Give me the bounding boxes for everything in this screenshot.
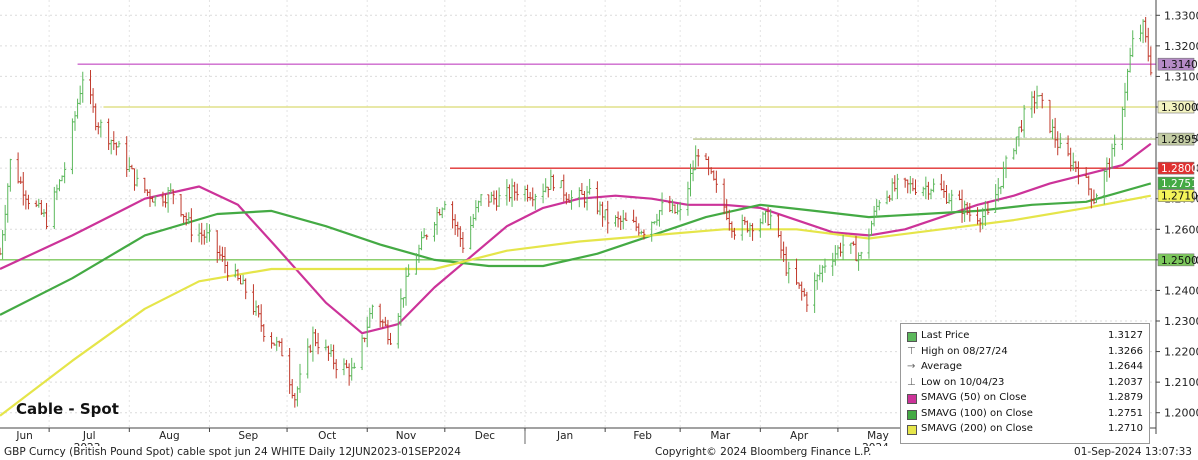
x-month-label: May	[867, 430, 889, 442]
x-month-label: Feb	[633, 430, 652, 442]
legend-value: 1.2751	[1108, 407, 1143, 419]
legend-label: SMAVG (50) on Close	[921, 392, 1027, 403]
y-tick-label: 1.3200	[1164, 40, 1198, 53]
legend-row: SMAVG (50) on Close 1.2879	[905, 392, 1143, 404]
legend-row: ⊥ Low on 10/04/23 1.2037	[905, 377, 1143, 389]
legend-row: ⊤ High on 08/27/24 1.3266	[905, 346, 1143, 358]
x-month-label: Aug	[159, 430, 180, 442]
high-icon: ⊤	[907, 345, 916, 357]
axis-tag-label: 1.2895	[1161, 134, 1198, 146]
y-tick-label: 1.2600	[1164, 223, 1198, 236]
legend-label: Last Price	[921, 330, 970, 341]
legend-label: Average	[921, 361, 963, 372]
legend-row: → Average 1.2644	[905, 361, 1143, 373]
axis-tag-label: 1.2710	[1161, 191, 1198, 203]
axis-tag-label: 1.3000	[1161, 102, 1198, 114]
legend-row: SMAVG (200) on Close 1.2710	[905, 423, 1143, 435]
legend-swatch	[907, 425, 917, 435]
x-month-label: Mar	[710, 430, 730, 442]
legend-label: High on 08/27/24	[921, 345, 1008, 357]
axis-tag-label: 1.2500	[1161, 255, 1198, 267]
footer-left: GBP Curncy (British Pound Spot) cable sp…	[4, 446, 461, 458]
legend-value: 1.2710	[1108, 423, 1143, 434]
x-month-label: Jun	[15, 430, 32, 442]
legend-row: Last Price 1.3127	[905, 330, 1143, 342]
legend-label: Low on 10/04/23	[921, 376, 1005, 388]
x-month-label: Jul	[82, 430, 96, 442]
legend-swatch	[907, 332, 917, 342]
x-month-label: Oct	[318, 430, 336, 442]
legend: Last Price 1.3127 ⊤ High on 08/27/24 1.3266 →…	[900, 323, 1150, 444]
y-tick-label: 1.3100	[1164, 70, 1198, 83]
y-tick-label: 1.2400	[1164, 284, 1198, 297]
legend-label: SMAVG (200) on Close	[921, 423, 1033, 434]
x-month-label: Dec	[475, 430, 496, 442]
footer-timestamp: 01-Sep-2024 13:07:33	[1074, 446, 1192, 458]
low-icon: ⊥	[907, 376, 916, 388]
y-tick-label: 1.2300	[1164, 315, 1198, 328]
x-month-label: Apr	[790, 430, 809, 442]
y-tick-label: 1.2100	[1164, 376, 1198, 389]
legend-value: 1.3127	[1108, 330, 1143, 341]
chart-title: Cable - Spot	[16, 400, 119, 418]
axis-tag-label: 1.3140	[1161, 59, 1198, 71]
axis-tag-label: 1.2800	[1161, 163, 1198, 175]
footer-copyright: Copyright© 2024 Bloomberg Finance L.P.	[655, 446, 872, 458]
x-month-label: Jan	[556, 430, 573, 442]
legend-value: 1.2037	[1108, 376, 1143, 388]
average-icon: →	[907, 361, 916, 372]
x-month-label: Nov	[396, 430, 417, 442]
x-month-label: Sep	[238, 430, 258, 442]
legend-value: 1.2879	[1108, 392, 1143, 403]
legend-swatch	[907, 409, 917, 420]
y-tick-label: 1.2000	[1164, 407, 1198, 420]
axis-tag-label: 1.2751	[1161, 178, 1198, 190]
y-tick-label: 1.3300	[1164, 9, 1198, 22]
y-tick-label: 1.2200	[1164, 346, 1198, 359]
legend-value: 1.2644	[1108, 361, 1143, 372]
legend-value: 1.3266	[1108, 345, 1143, 357]
legend-label: SMAVG (100) on Close	[921, 407, 1033, 419]
legend-swatch	[907, 394, 917, 404]
legend-row: SMAVG (100) on Close 1.2751	[905, 408, 1143, 420]
